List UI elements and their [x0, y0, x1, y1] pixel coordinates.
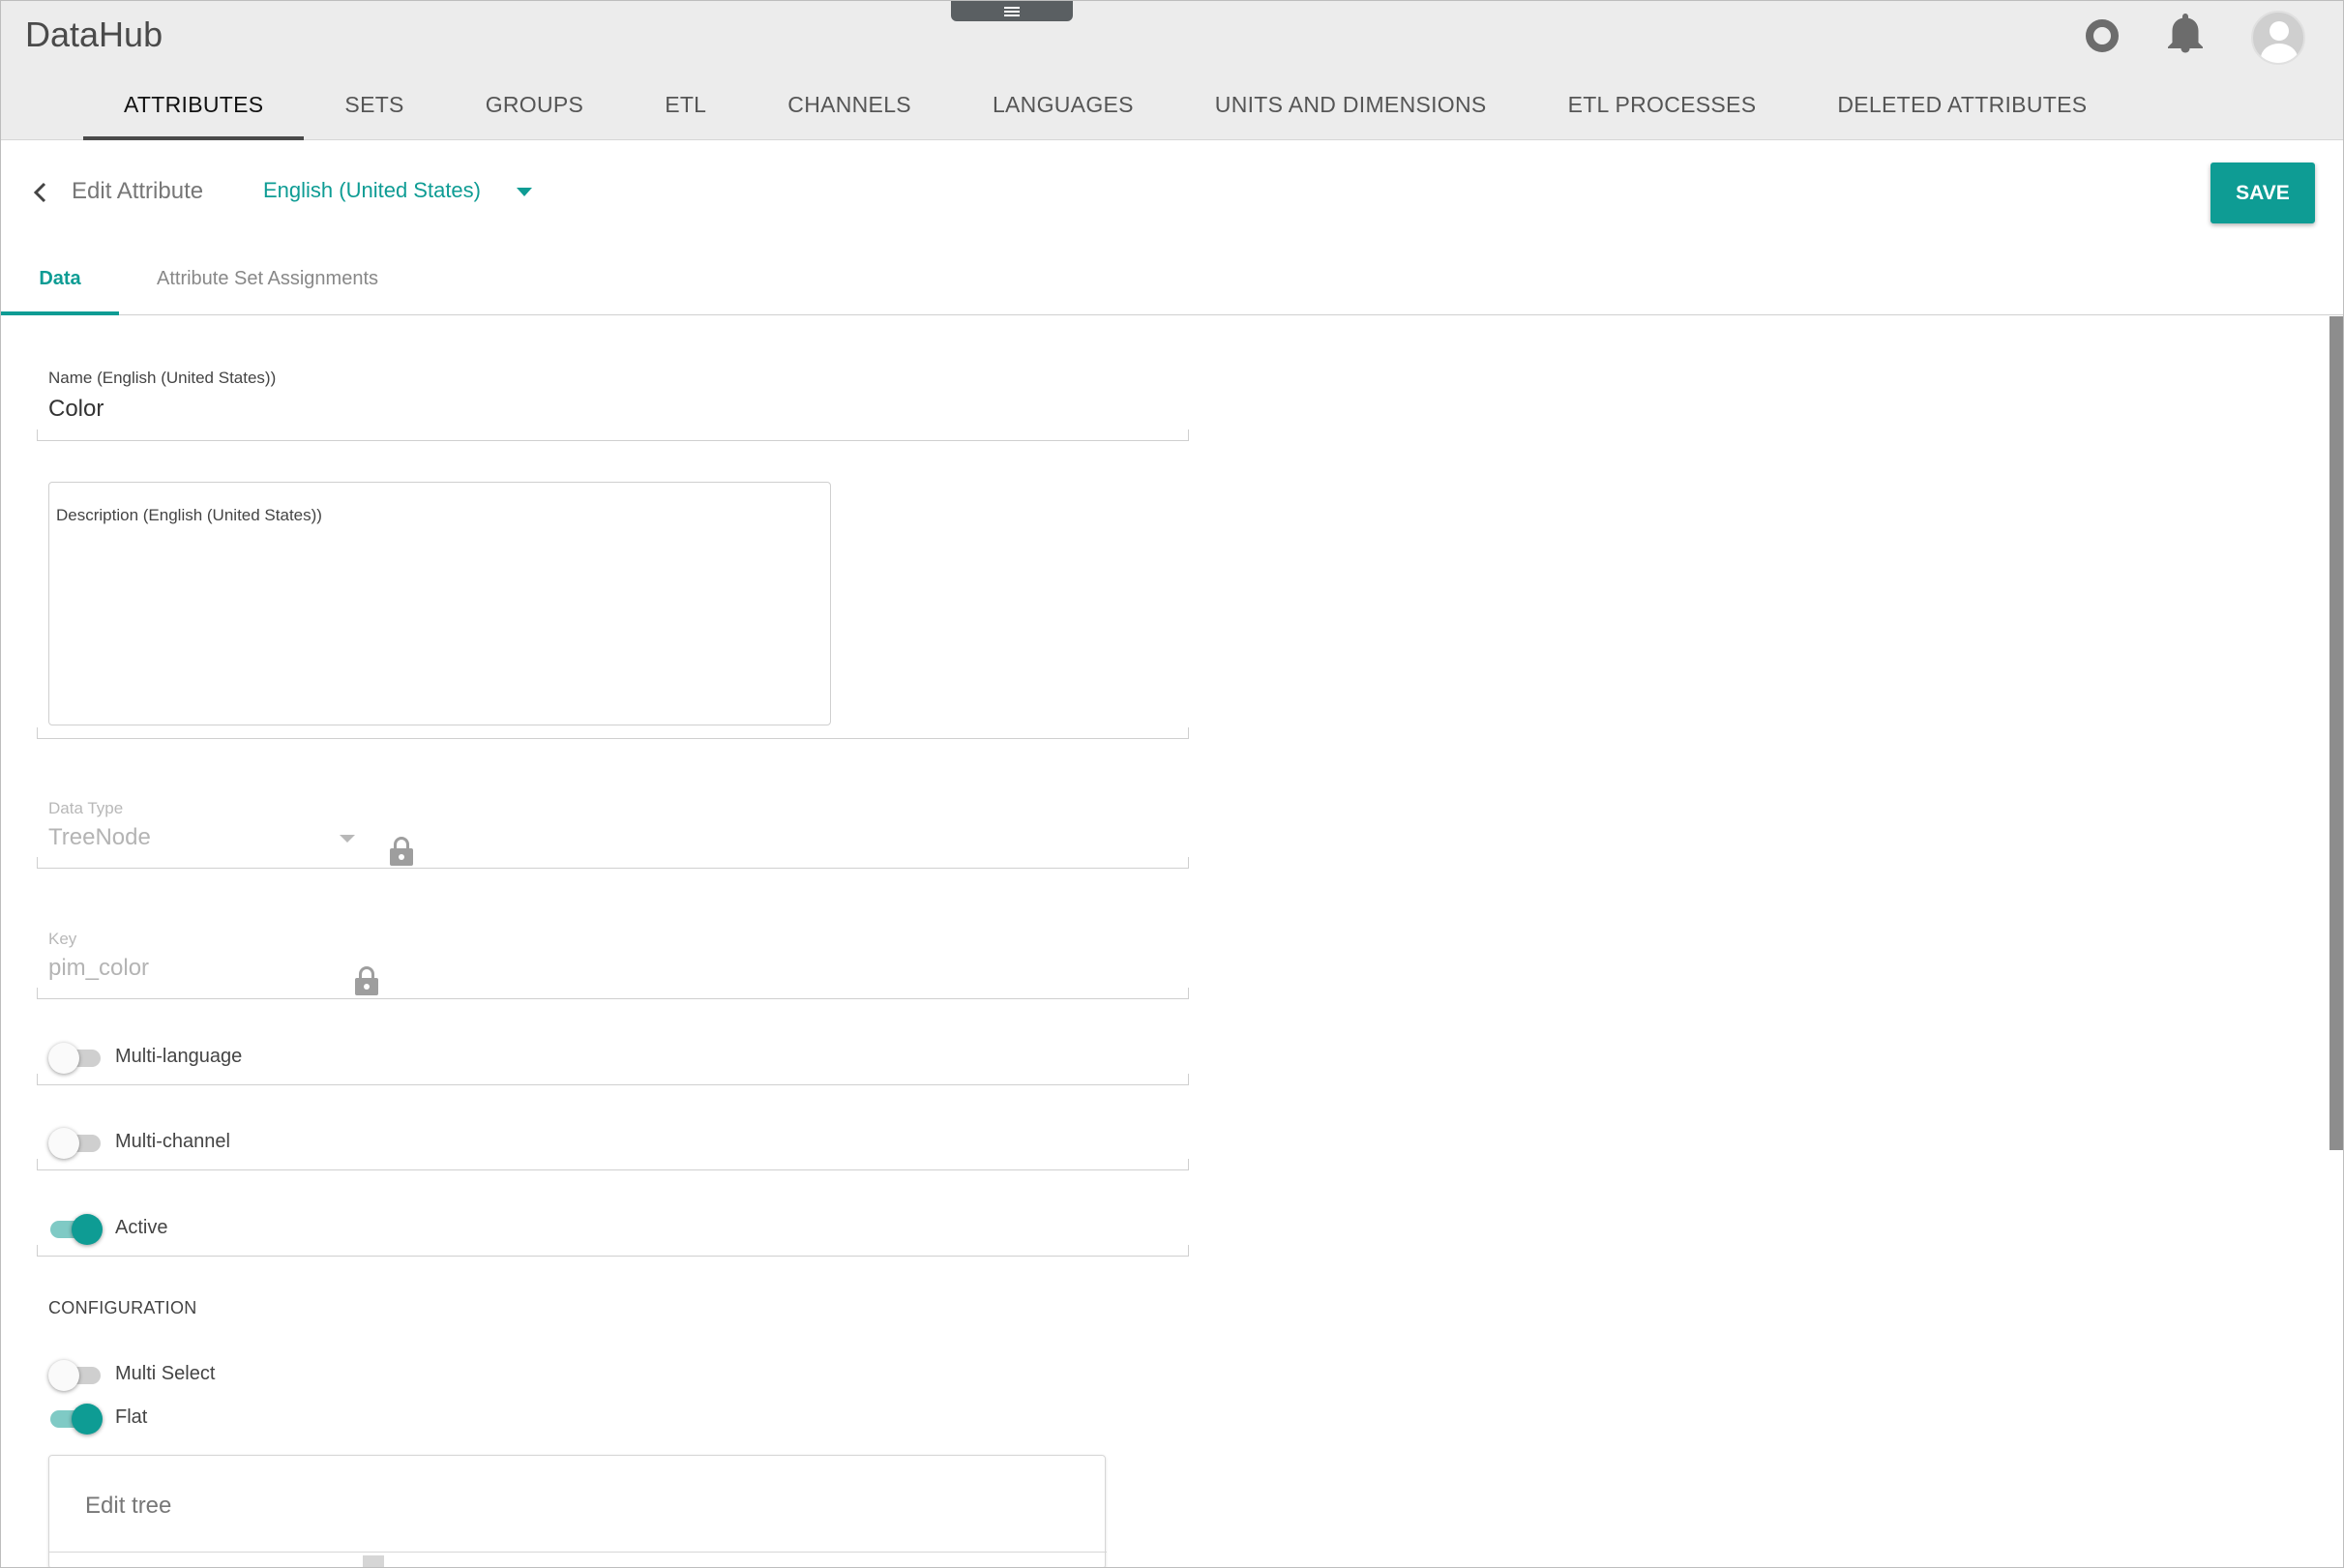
main-nav: ATTRIBUTES SETS GROUPS ETL CHANNELS LANG…	[83, 82, 2127, 140]
nav-tab-channels[interactable]: CHANNELS	[747, 82, 952, 140]
key-field: pim_color	[48, 955, 150, 981]
nav-tab-etl-processes[interactable]: ETL PROCESSES	[1528, 82, 1797, 140]
nav-tab-deleted-attributes[interactable]: DELETED ATTRIBUTES	[1796, 82, 2127, 140]
edit-tree-title: Edit tree	[85, 1493, 172, 1519]
multi-language-underline	[37, 1074, 1189, 1085]
multi-language-toggle[interactable]	[48, 1039, 103, 1074]
nav-tab-sets[interactable]: SETS	[304, 82, 444, 140]
multi-select-label: Multi Select	[115, 1363, 216, 1384]
chevron-down-icon[interactable]	[517, 188, 532, 196]
app-header: DataHub ATTRIBUTES SETS GROUPS ETL CHANN…	[1, 1, 2343, 140]
description-textarea[interactable]: Description (English (United States))	[48, 482, 831, 725]
resize-handle[interactable]	[363, 1555, 384, 1567]
edit-tree-divider	[49, 1552, 1107, 1553]
nav-tab-groups[interactable]: GROUPS	[445, 82, 624, 140]
name-field-label: Name (English (United States))	[48, 369, 277, 387]
multi-channel-label: Multi-channel	[115, 1131, 230, 1152]
edit-tree-panel: Edit tree	[48, 1455, 1107, 1567]
page-title: Edit Attribute	[72, 178, 204, 204]
name-field[interactable]: Color	[48, 396, 104, 423]
data-type-underline	[37, 857, 1189, 869]
chevron-down-icon	[340, 835, 355, 843]
multi-channel-underline	[37, 1159, 1189, 1170]
data-type-select: TreeNode	[48, 824, 151, 850]
tab-attribute-set-assignments[interactable]: Attribute Set Assignments	[157, 268, 378, 315]
flat-toggle[interactable]	[48, 1400, 103, 1435]
bell-icon[interactable]	[2164, 13, 2207, 55]
data-type-label: Data Type	[48, 799, 124, 817]
multi-language-label: Multi-language	[115, 1046, 243, 1067]
content-tabs: Data Attribute Set Assignments	[1, 252, 2343, 315]
vertical-scrollbar[interactable]	[2329, 316, 2343, 1150]
key-label: Key	[48, 930, 77, 948]
active-toggle[interactable]	[48, 1210, 103, 1245]
app-title: DataHub	[25, 15, 163, 54]
drawer-toggle-handle[interactable]	[951, 1, 1073, 21]
language-select-value: English (United States)	[263, 178, 481, 202]
user-avatar-icon[interactable]	[2249, 9, 2307, 67]
nav-tab-etl[interactable]: ETL	[624, 82, 747, 140]
nav-tab-units-and-dimensions[interactable]: UNITS AND DIMENSIONS	[1174, 82, 1528, 140]
description-field-underline	[37, 727, 1189, 739]
active-underline	[37, 1245, 1189, 1257]
nav-tab-languages[interactable]: LANGUAGES	[952, 82, 1174, 140]
nav-tab-attributes[interactable]: ATTRIBUTES	[83, 82, 305, 140]
name-field-underline	[37, 429, 1189, 441]
multi-select-toggle[interactable]	[48, 1356, 103, 1391]
app-window: DataHub ATTRIBUTES SETS GROUPS ETL CHANN…	[0, 0, 2344, 1568]
status-ring-icon[interactable]	[2081, 15, 2123, 57]
multi-channel-toggle[interactable]	[48, 1124, 103, 1159]
save-button[interactable]: SAVE	[2210, 163, 2315, 223]
tab-data[interactable]: Data	[1, 268, 119, 315]
flat-label: Flat	[115, 1406, 148, 1428]
description-field-label: Description (English (United States))	[56, 506, 322, 524]
back-arrow-icon[interactable]	[32, 178, 53, 207]
active-label: Active	[115, 1217, 168, 1238]
language-select[interactable]: English (United States)	[263, 178, 481, 203]
configuration-heading: CONFIGURATION	[48, 1298, 197, 1317]
key-underline	[37, 988, 1189, 999]
menu-icon	[1004, 10, 1020, 13]
